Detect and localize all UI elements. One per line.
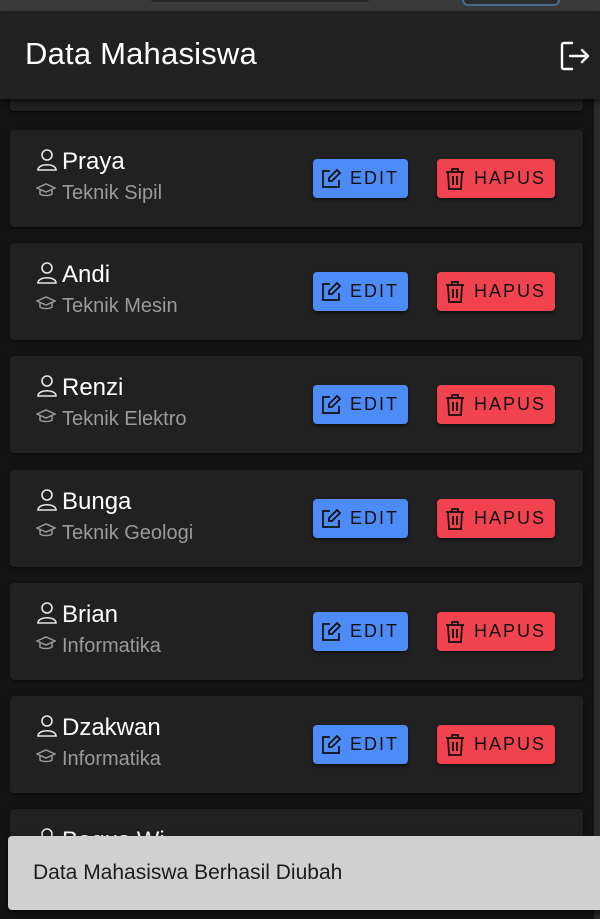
trash-icon (446, 733, 464, 756)
edit-button[interactable]: EDIT (313, 612, 408, 651)
snackbar: Data Mahasiswa Berhasil Diubah (8, 836, 600, 910)
student-card: Bunga Teknik Geologi EDIT HAPUS (10, 470, 583, 567)
student-name: Bunga (62, 488, 132, 515)
scrollbar[interactable] (594, 99, 600, 919)
graduation-cap-icon (35, 748, 57, 771)
graduation-cap-icon (35, 295, 57, 318)
logout-button[interactable] (558, 39, 592, 73)
app-bar: Data Mahasiswa (0, 11, 600, 99)
page-title: Data Mahasiswa (25, 36, 257, 71)
delete-label: HAPUS (474, 508, 547, 528)
trash-icon (446, 620, 464, 643)
name-row: Bunga (36, 487, 131, 517)
delete-label: HAPUS (474, 168, 547, 188)
major-row: Teknik Sipil (35, 180, 163, 206)
student-name: Andi (62, 261, 111, 288)
name-row: Andi (36, 260, 110, 290)
edit-label: EDIT (350, 168, 400, 188)
graduation-cap-icon (35, 182, 57, 205)
delete-button[interactable]: HAPUS (437, 159, 555, 198)
major-row: Informatika (35, 746, 161, 772)
edit-label: EDIT (350, 734, 400, 754)
student-card: Andi Teknik Mesin EDIT HAPUS (10, 243, 583, 340)
student-card: Dzakwan Informatika EDIT HAPUS (10, 696, 583, 793)
delete-label: HAPUS (474, 281, 547, 301)
edit-label: EDIT (350, 394, 400, 414)
student-name: Dzakwan (62, 714, 161, 741)
edit-icon (322, 734, 342, 754)
student-name: Renzi (62, 374, 124, 401)
major-row: Teknik Geologi (35, 520, 194, 546)
delete-label: HAPUS (474, 394, 547, 414)
delete-button[interactable]: HAPUS (437, 385, 555, 424)
delete-button[interactable]: HAPUS (437, 499, 555, 538)
edit-label: EDIT (350, 508, 400, 528)
snackbar-message: Data Mahasiswa Berhasil Diubah (33, 861, 343, 884)
student-card: Praya Teknik Sipil EDIT HAPUS (10, 130, 583, 227)
name-row: Dzakwan (36, 713, 161, 743)
edit-icon (322, 281, 342, 301)
edit-button[interactable]: EDIT (313, 385, 408, 424)
graduation-cap-icon (35, 408, 57, 431)
name-row: Praya (36, 147, 125, 177)
student-major: Informatika (62, 747, 161, 770)
trash-icon (446, 280, 464, 303)
person-icon (36, 374, 58, 403)
app-screen: Praya Teknik Sipil EDIT HAPUS Andi Tekni… (0, 0, 600, 919)
student-card: Renzi Teknik Elektro EDIT HAPUS (10, 356, 583, 453)
major-row: Teknik Elektro (35, 406, 187, 432)
edit-icon (322, 168, 342, 188)
student-major: Teknik Sipil (62, 181, 163, 204)
name-row: Renzi (36, 373, 123, 403)
trash-icon (446, 167, 464, 190)
edit-label: EDIT (350, 281, 400, 301)
person-icon (36, 148, 58, 177)
logout-icon (560, 41, 590, 71)
major-row: Informatika (35, 633, 161, 659)
student-major: Informatika (62, 634, 161, 657)
person-icon (36, 261, 58, 290)
student-card: Brian Informatika EDIT HAPUS (10, 583, 583, 680)
edit-button[interactable]: EDIT (313, 499, 408, 538)
delete-button[interactable]: HAPUS (437, 725, 555, 764)
person-icon (36, 488, 58, 517)
delete-label: HAPUS (474, 734, 547, 754)
delete-label: HAPUS (474, 621, 547, 641)
edit-icon (322, 394, 342, 414)
delete-button[interactable]: HAPUS (437, 612, 555, 651)
edit-icon (322, 508, 342, 528)
student-major: Teknik Elektro (62, 407, 187, 430)
person-icon (36, 601, 58, 630)
student-major: Teknik Mesin (62, 294, 178, 317)
edit-button[interactable]: EDIT (313, 272, 408, 311)
student-major: Teknik Geologi (62, 521, 194, 544)
edit-button[interactable]: EDIT (313, 725, 408, 764)
edit-label: EDIT (350, 621, 400, 641)
student-list[interactable]: Praya Teknik Sipil EDIT HAPUS Andi Tekni… (0, 0, 600, 919)
name-row: Brian (36, 600, 118, 630)
trash-icon (446, 507, 464, 530)
delete-button[interactable]: HAPUS (437, 272, 555, 311)
student-name: Brian (62, 601, 119, 628)
graduation-cap-icon (35, 635, 57, 658)
edit-icon (322, 621, 342, 641)
person-icon (36, 714, 58, 743)
major-row: Teknik Mesin (35, 293, 178, 319)
graduation-cap-icon (35, 522, 57, 545)
trash-icon (446, 393, 464, 416)
student-name: Praya (62, 148, 125, 175)
edit-button[interactable]: EDIT (313, 159, 408, 198)
